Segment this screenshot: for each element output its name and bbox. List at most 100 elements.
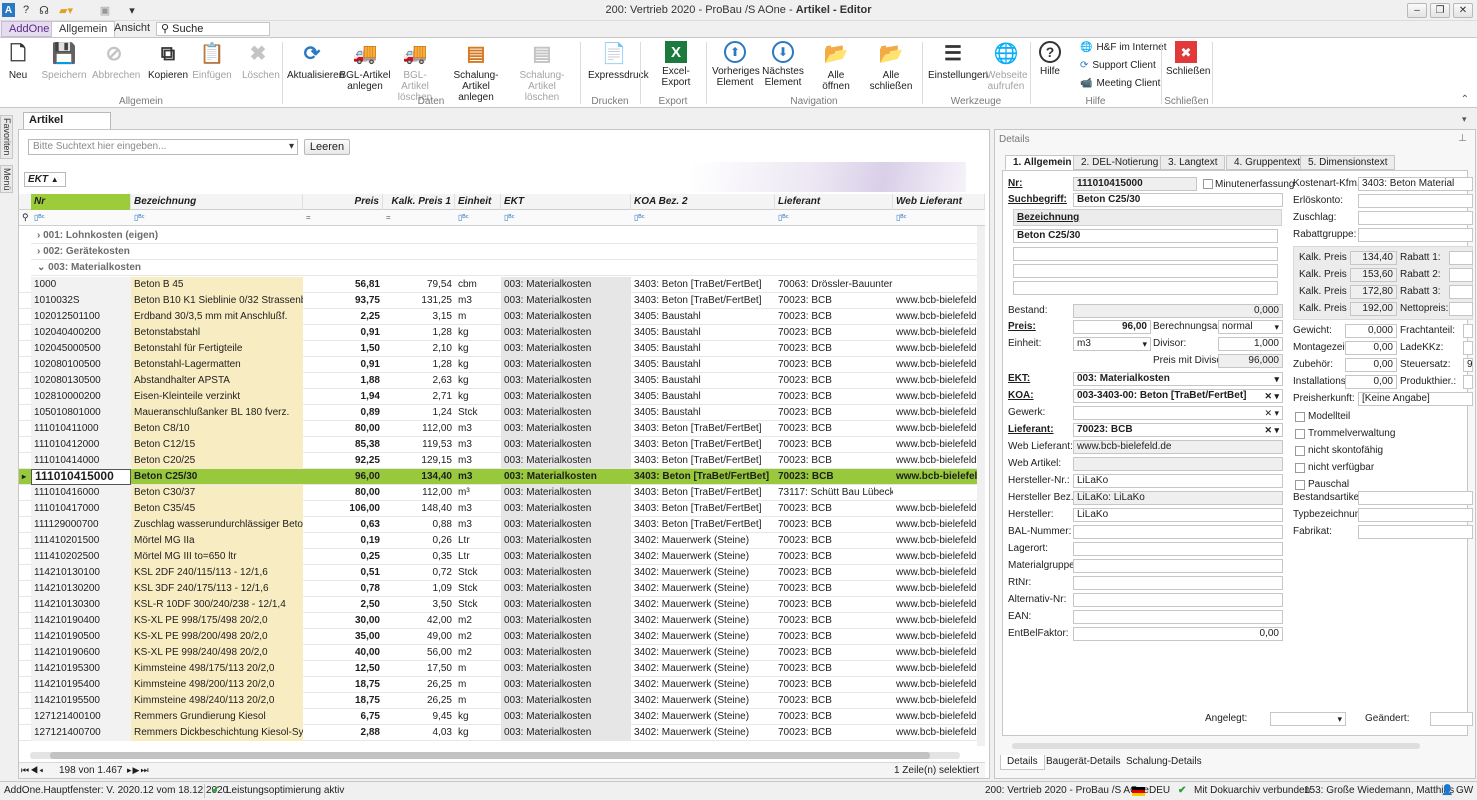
rtnr-field[interactable]	[1073, 576, 1283, 590]
table-row[interactable]: 102045000500 Betonstahl für Fertigteile 1,…	[19, 341, 985, 357]
schliessen-button[interactable]: ✖ Schließen	[1166, 41, 1210, 77]
pin-icon[interactable]: ⊥	[1458, 133, 1467, 144]
chevron-down-icon[interactable]: ▾	[1142, 338, 1147, 350]
table-row[interactable]: 111010412000 Beton C12/15 85,38 119,53 m3 003…	[19, 437, 985, 453]
vorheriges-button[interactable]: ⬆ Vorheriges Element	[712, 41, 760, 88]
details-tab-2[interactable]: 2. DEL-Notierung	[1073, 155, 1167, 170]
help-link-2[interactable]: 📹 Meeting Client	[1080, 78, 1160, 89]
bestandsartikel-field[interactable]	[1358, 491, 1473, 505]
right-field-2[interactable]	[1463, 341, 1473, 355]
divisor-field[interactable]: 1,000	[1218, 337, 1283, 351]
table-row[interactable]: 127121400700 Remmers Dickbeschichtung Kie…	[19, 725, 985, 741]
chevron-down-icon[interactable]: ▾	[1274, 321, 1279, 333]
table-row[interactable]: 114210130100 KSL 2DF 240/115/113 - 12/1,6…	[19, 565, 985, 581]
collapse-ribbon-icon[interactable]: ⌃	[1461, 94, 1469, 105]
table-row[interactable]: 114210195400 Kimmsteine 498/200/113 20/2,…	[19, 677, 985, 693]
details-hscrollbar[interactable]	[1012, 743, 1420, 749]
zuschlag-field[interactable]	[1358, 211, 1473, 225]
table-row[interactable]: 114210190400 KS-XL PE 998/175/498 20/2,0 3…	[19, 613, 985, 629]
table-row[interactable]: 105010801000 Maueranschlußanker BL 180 fv…	[19, 405, 985, 421]
rabatt-field[interactable]	[1449, 268, 1473, 282]
kalk-preis-field[interactable]: 192,00	[1350, 302, 1397, 316]
group-row[interactable]: ⌄ 003: Materialkosten	[31, 260, 985, 276]
ean-field[interactable]	[1073, 610, 1283, 624]
preisherkunft-field[interactable]: [Keine Angabe]	[1358, 392, 1473, 406]
table-row[interactable]: 1000 Beton B 45 56,81 79,54 cbm 003: Material…	[19, 277, 985, 293]
typbezeichnung-field[interactable]	[1358, 508, 1473, 522]
webseite-button[interactable]: 🌐 Webseite aufrufen	[986, 41, 1028, 93]
table-row[interactable]: 102012501100 Erdband 30/3,5 mm mit Anschl…	[19, 309, 985, 325]
table-row[interactable]: 111410201500 Mörtel MG IIa 0,19 0,26 Ltr 003:…	[19, 533, 985, 549]
table-row[interactable]: ▸ 111010415000 Beton C25/30 96,00 134,40 m3 00…	[19, 469, 985, 485]
column-header[interactable]: Preis	[303, 194, 383, 210]
right-field[interactable]: 0,00	[1345, 358, 1397, 372]
table-row[interactable]: 102080100500 Betonstahl-Lagermatten 0,91 1,…	[19, 357, 985, 373]
grid-hscrollbar[interactable]	[30, 752, 960, 759]
lieferant-select[interactable]: 70023: BCB ✕ ▾	[1073, 423, 1283, 437]
table-row[interactable]: 102810000200 Eisen-Kleinteile verzinkt 1,9…	[19, 389, 985, 405]
matgr-field[interactable]	[1073, 559, 1283, 573]
webart-field[interactable]	[1073, 457, 1283, 471]
checkbox[interactable]	[1295, 429, 1305, 439]
filter-cell[interactable]: =	[383, 210, 455, 226]
checkbox[interactable]	[1295, 412, 1305, 422]
table-row[interactable]: 1010032S Beton B10 K1 Sieblinie 0/32 Stra…	[19, 293, 985, 309]
filter-cell[interactable]: ▯ᴮᶜ	[131, 210, 303, 226]
tab-allgemein[interactable]: Allgemein	[51, 21, 116, 38]
side-tab-favoriten[interactable]: Favoriten	[0, 115, 13, 159]
details-tab-4[interactable]: 4. Gruppentext	[1226, 155, 1309, 170]
chevron-down-icon[interactable]: ✕ ▾	[1264, 424, 1279, 436]
table-row[interactable]: 114210130200 KSL 3DF 240/175/113 - 12/1,6…	[19, 581, 985, 597]
bezeichnung-line-1[interactable]: Beton C25/30	[1013, 229, 1278, 243]
rabatt-field[interactable]	[1449, 302, 1473, 316]
chevron-down-icon[interactable]: ✕ ▾	[1264, 407, 1279, 419]
filter-cell[interactable]: ▯ᴮᶜ	[455, 210, 501, 226]
einheit-select[interactable]: m3 ▾	[1073, 337, 1151, 351]
side-tab-menue[interactable]: Menü	[0, 165, 13, 193]
expressdruck-button[interactable]: 📄 Expressdruck	[588, 41, 649, 82]
minimize-button[interactable]: –	[1407, 3, 1427, 18]
chevron-down-icon[interactable]: ▾	[289, 140, 294, 154]
suchbegriff-field[interactable]: Beton C25/30	[1073, 193, 1283, 207]
table-row[interactable]: 102040400200 Betonstabstahl 0,91 1,28 kg 003:…	[19, 325, 985, 341]
filter-cell[interactable]: ▯ᴮᶜ	[893, 210, 985, 226]
tab-overflow-icon[interactable]: ▾	[1462, 114, 1467, 125]
hernr-field[interactable]: LiLaKo	[1073, 474, 1283, 488]
preis-field[interactable]: 96,00	[1073, 320, 1151, 334]
details-tab-3[interactable]: 3. Langtext	[1160, 155, 1226, 170]
entbel-field[interactable]: 0,00	[1073, 627, 1283, 641]
bestand-field[interactable]: 0,000	[1073, 304, 1283, 318]
right-field-2[interactable]	[1463, 375, 1473, 389]
chevron-down-icon[interactable]: ▾	[1337, 713, 1342, 725]
column-header[interactable]: Web Lieferant	[893, 194, 985, 210]
altnr-field[interactable]	[1073, 593, 1283, 607]
fabrikat-field[interactable]	[1358, 525, 1473, 539]
column-header[interactable]: Kalk. Preis 1	[383, 194, 455, 210]
rabatt-field[interactable]	[1449, 285, 1473, 299]
help-link-0[interactable]: 🌐 H&F im Internet	[1080, 42, 1166, 53]
table-row[interactable]: 114210190500 KS-XL PE 998/200/498 20/2,0 3…	[19, 629, 985, 645]
herbez-field[interactable]: LiLaKo: LiLaKo	[1073, 491, 1283, 505]
alle-schliessen-button[interactable]: 📂 Alle schließen	[864, 41, 918, 93]
naechstes-button[interactable]: ⬇ Nächstes Element	[761, 41, 805, 88]
table-row[interactable]: 111410202500 Mörtel MG III to=650 ltr 0,25…	[19, 549, 985, 565]
right-field[interactable]: 0,00	[1345, 375, 1397, 389]
column-header[interactable]: Einheit	[455, 194, 501, 210]
kalk-preis-field[interactable]: 172,80	[1350, 285, 1397, 299]
filter-cell[interactable]: =	[303, 210, 383, 226]
table-row[interactable]: 114210195300 Kimmsteine 498/175/113 20/2,…	[19, 661, 985, 677]
tab-ansicht[interactable]: Ansicht	[107, 21, 157, 37]
neu-button[interactable]: 🗋 Neu	[4, 41, 32, 82]
clear-search-button[interactable]: Leeren	[304, 139, 350, 155]
koa-select[interactable]: 003-3403-00: Beton [TraBet/FertBet] ✕ ▾	[1073, 389, 1283, 403]
bal-field[interactable]	[1073, 525, 1283, 539]
nav-first-prev-icon[interactable]: ⏮◀◂	[21, 763, 44, 778]
abbrechen-button[interactable]: ⊘ Abbrechen	[92, 41, 140, 82]
checkbox[interactable]	[1295, 446, 1305, 456]
ekt-select[interactable]: 003: Materialkosten ▾	[1073, 372, 1283, 386]
right-field[interactable]: 0,00	[1345, 341, 1397, 355]
filter-cell[interactable]: ▯ᴮᶜ	[501, 210, 631, 226]
loeschen-button[interactable]: ✖ Löschen	[242, 41, 280, 82]
right-field-2[interactable]: 9	[1463, 358, 1473, 372]
tab-addone[interactable]: AddOne	[1, 21, 58, 37]
